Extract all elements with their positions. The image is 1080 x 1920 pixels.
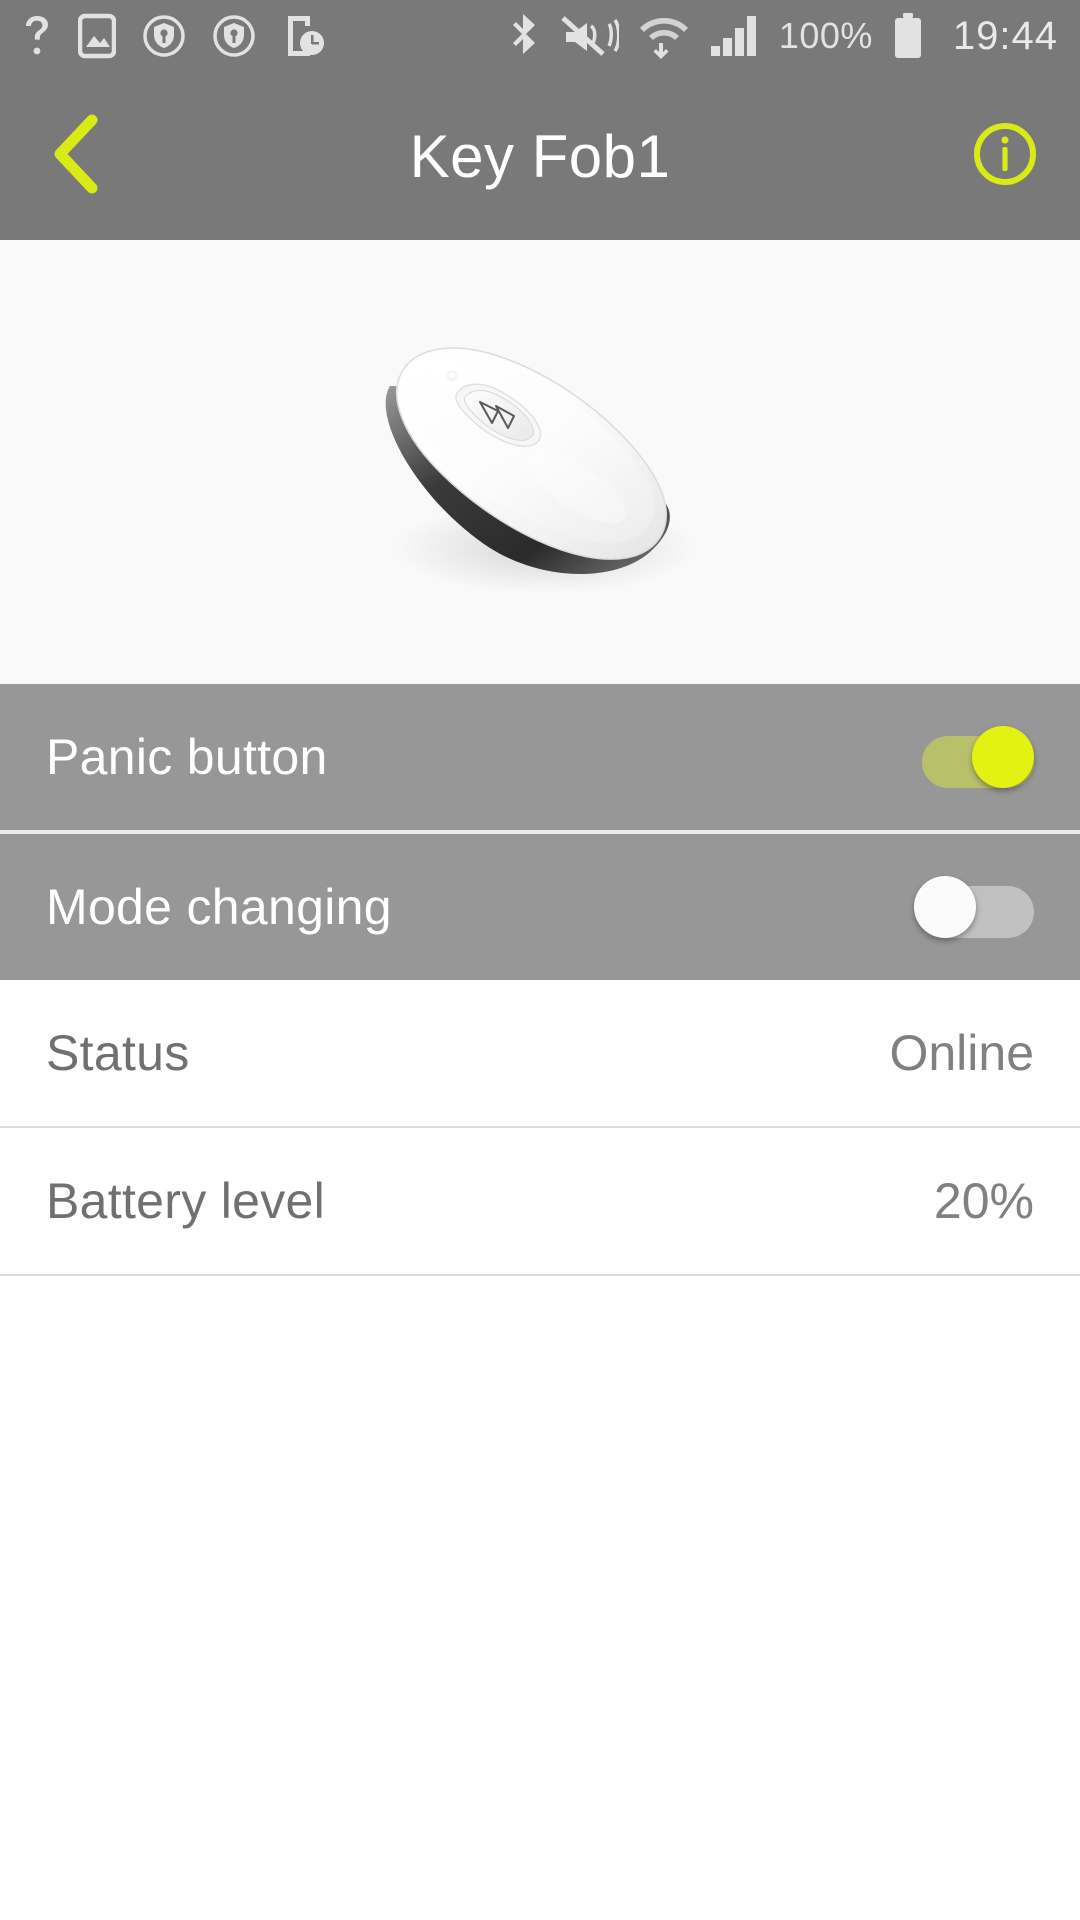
phone-screen: 100% 19:44 Key Fob1 Panic button Mode ch… (0, 0, 1080, 1920)
app-bar: Key Fob1 (0, 72, 1080, 240)
row-label-panic-button: Panic button (46, 729, 328, 785)
shield-key-icon-1 (142, 14, 186, 58)
phone-clock-icon (282, 12, 326, 60)
device-image-panel (0, 240, 1080, 684)
toggle-thumb (914, 876, 976, 938)
row-label-battery-level: Battery level (46, 1173, 326, 1229)
battery-full-icon (893, 12, 923, 60)
cellular-signal-icon (709, 14, 759, 58)
row-panic-button[interactable]: Panic button (0, 684, 1080, 830)
info-circle-icon (971, 120, 1039, 193)
row-battery-level: Battery level 20% (0, 1128, 1080, 1274)
chevron-left-icon (46, 114, 104, 199)
status-bar: 100% 19:44 (0, 0, 1080, 72)
row-value-battery-level: 20% (933, 1173, 1034, 1229)
list-divider-3 (0, 1274, 1080, 1276)
row-mode-changing[interactable]: Mode changing (0, 834, 1080, 980)
settings-list: Panic button Mode changing Status Online… (0, 684, 1080, 1276)
page-title: Key Fob1 (409, 122, 671, 190)
row-label-status: Status (46, 1025, 190, 1081)
help-question-icon (22, 14, 52, 58)
mode-changing-toggle[interactable] (914, 876, 1034, 938)
toggle-thumb (972, 726, 1034, 788)
screenshot-image-icon (78, 13, 116, 59)
status-bar-right-icons: 100% 19:44 (509, 12, 1058, 60)
row-status: Status Online (0, 980, 1080, 1126)
info-button[interactable] (930, 72, 1080, 240)
bluetooth-icon (509, 12, 541, 60)
status-bar-left-icons (22, 12, 326, 60)
row-value-status: Online (889, 1025, 1034, 1081)
mute-vibrate-icon (561, 14, 619, 58)
wifi-transfer-icon (639, 12, 689, 60)
key-fob-device-image (330, 290, 750, 635)
battery-percent-text: 100% (778, 15, 873, 56)
row-label-mode-changing: Mode changing (46, 879, 392, 935)
panic-button-toggle[interactable] (914, 726, 1034, 788)
back-button[interactable] (0, 72, 150, 240)
shield-key-icon-2 (212, 14, 256, 58)
status-bar-clock: 19:44 (952, 13, 1058, 58)
